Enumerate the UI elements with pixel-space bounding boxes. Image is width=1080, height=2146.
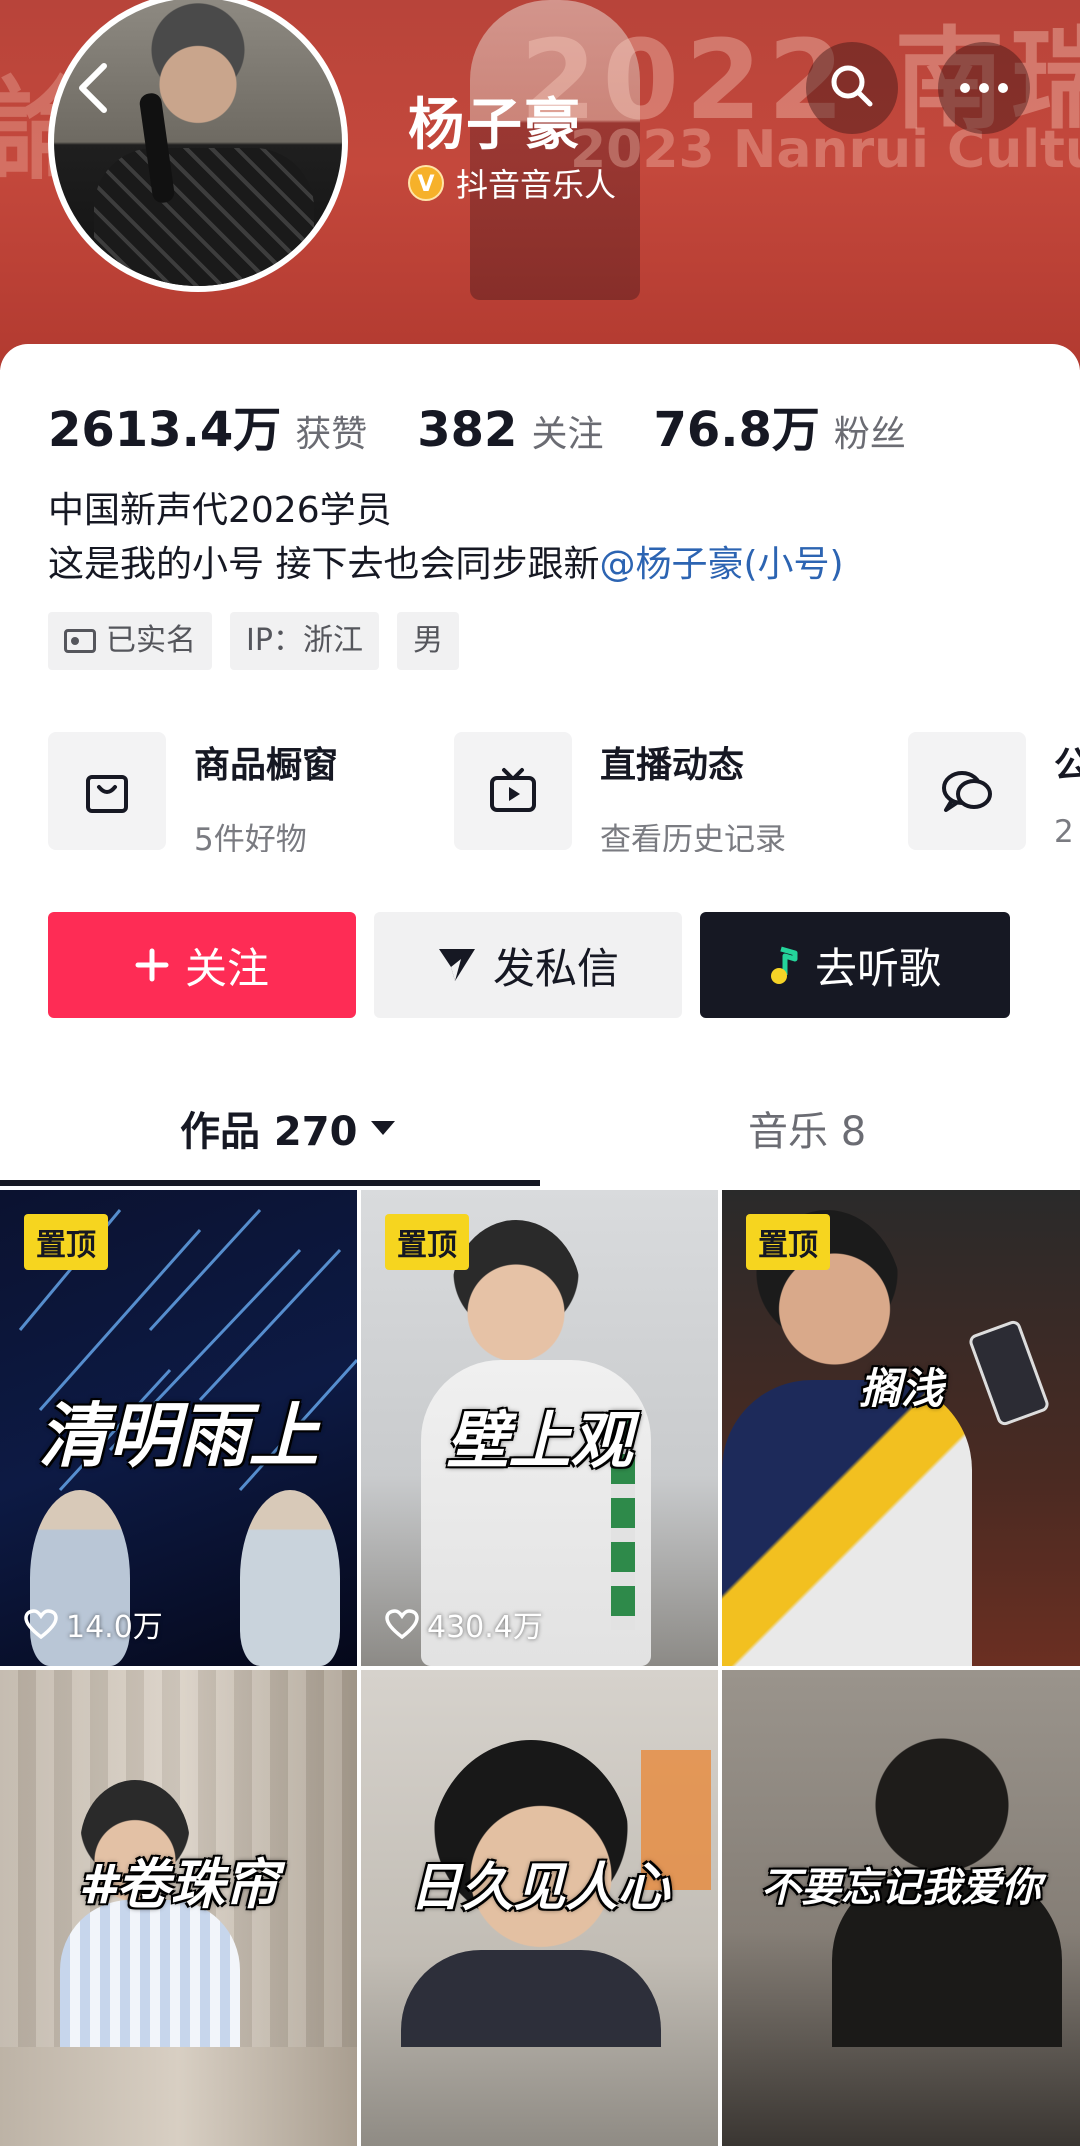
verified-icon: V [408,165,444,201]
back-arrow-icon[interactable] [62,60,122,120]
service-title: 商品橱窗 [194,745,339,786]
likes-count: 14.0万 [66,1610,163,1645]
chat-bubbles-icon [908,732,1026,850]
followers-count[interactable]: 76.8万 [653,390,819,460]
likes-count: 430.4万 [427,1610,543,1645]
service-title: 直播动态 [600,745,745,786]
tag-label: 男 [412,623,443,658]
video-thumbnail[interactable]: 日久见人心 [361,1670,718,2146]
person-jacket [722,1380,972,1666]
follow-button-label: 关注 [184,943,269,993]
search-button[interactable] [806,42,898,134]
message-button-label: 发私信 [492,943,619,993]
tag-verified-identity: 已实名 [48,612,212,670]
avatar[interactable] [48,0,348,292]
video-caption: 清明雨上 [38,1395,319,1477]
person-shirt [60,1900,240,2047]
listen-button-label: 去听歌 [814,943,941,993]
pinned-badge: 置顶 [746,1214,830,1270]
send-icon [437,947,477,983]
tag-gender: 男 [396,612,459,670]
heart-icon [385,1609,419,1639]
likes-label: 获赞 [295,414,368,455]
music-note-icon [769,945,799,985]
video-caption: 壁上观 [446,1404,633,1477]
tag-ip-location: IP：浙江 [230,612,379,670]
tab-music[interactable]: 音乐 8 [748,1080,866,1176]
listen-music-button[interactable]: 去听歌 [700,912,1010,1018]
tab-music-label: 音乐 8 [748,1109,867,1155]
video-caption: #卷珠帘 [78,1853,279,1916]
avatar-shirt [94,148,314,286]
performer-figure [240,1490,340,1666]
service-shop-window[interactable]: 商品橱窗 5件好物 [48,732,338,852]
person-body [401,1950,661,2047]
video-thumbnail[interactable]: 不要忘记我爱你 [722,1670,1080,2146]
following-count[interactable]: 382 [417,402,517,458]
video-caption: 搁浅 [858,1364,943,1413]
video-caption: 日久见人心 [409,1858,670,1918]
video-caption: 不要忘记我爱你 [761,1865,1041,1911]
service-subtitle: 查看历史记录 [600,822,786,852]
followers-label[interactable]: 粉丝 [834,405,906,457]
profile-nickname: 杨子豪 [408,93,582,158]
id-card-icon [64,629,96,653]
video-likes: 430.4万 [385,1602,543,1646]
bio-line-2-text: 这是我的小号 接下去也会同步跟新 [48,544,600,585]
stats-row: 2613.4万 获赞 382 关注 76.8万 粉丝 [48,390,906,460]
video-thumbnail[interactable]: 置顶 搁浅 [722,1190,1080,1666]
tag-label: 已实名 [106,623,196,658]
profile-tags: 已实名 IP：浙江 男 [48,612,477,670]
video-thumbnail[interactable]: 置顶 壁上观 430.4万 [361,1190,718,1666]
profile-banner: 論 2022 南瑞 2023 Nanrui Cultur 杨子豪 V 抖音音乐人 [0,0,1080,370]
content-tabs: 作品 270 音乐 8 [0,1080,1080,1176]
active-tab-indicator [0,1180,540,1186]
service-group-chat[interactable]: 公 2 [908,732,1080,850]
message-button[interactable]: 发私信 [374,912,682,1018]
video-thumbnail[interactable]: 置顶 清明雨上 14.0万 [0,1190,357,1666]
chevron-down-icon [371,1121,396,1135]
bio: 中国新声代2026学员 这是我的小号 接下去也会同步跟新@杨子豪(小号) [48,484,844,592]
person-head [451,1220,581,1370]
more-button[interactable] [938,42,1030,134]
follow-button[interactable]: 关注 [48,912,356,1018]
service-subtitle: 5件好物 [194,822,307,852]
service-title: 公 [1054,745,1080,786]
tag-label: IP：浙江 [246,623,363,658]
bio-line-1: 中国新声代2026学员 [48,490,392,531]
bio-line-2: 这是我的小号 接下去也会同步跟新@杨子豪(小号) [48,538,844,592]
services-row: 商品橱窗 5件好物 直播动态 查看历史记录 公 2 [48,732,1080,852]
video-likes: 14.0万 [24,1602,163,1646]
heart-icon [24,1609,58,1639]
more-icon [959,79,1009,98]
service-live-history[interactable]: 直播动态 查看历史记录 [454,732,786,852]
bio-mention-link[interactable]: @杨子豪(小号) [599,544,843,585]
tab-works-label: 作品 270 [180,1109,358,1155]
plus-icon [135,948,169,982]
likes-count: 2613.4万 [48,402,282,458]
shopping-bag-icon [48,732,166,850]
tab-works[interactable]: 作品 270 [180,1080,396,1176]
service-subtitle: 2 [1054,814,1074,850]
following-label[interactable]: 关注 [531,405,603,457]
video-grid: 置顶 清明雨上 14.0万 置顶 壁上观 430.4万 置顶 搁浅 #卷珠帘 日… [0,1190,1080,2146]
video-thumbnail[interactable]: #卷珠帘 [0,1670,357,2146]
action-buttons: 关注 发私信 去听歌 [48,912,1010,1018]
live-tv-icon [454,732,572,850]
pinned-badge: 置顶 [385,1214,469,1270]
search-icon [829,63,875,113]
verified-label: 抖音音乐人 [456,166,617,204]
pinned-badge: 置顶 [24,1214,108,1270]
verified-badge[interactable]: V 抖音音乐人 [408,160,616,206]
